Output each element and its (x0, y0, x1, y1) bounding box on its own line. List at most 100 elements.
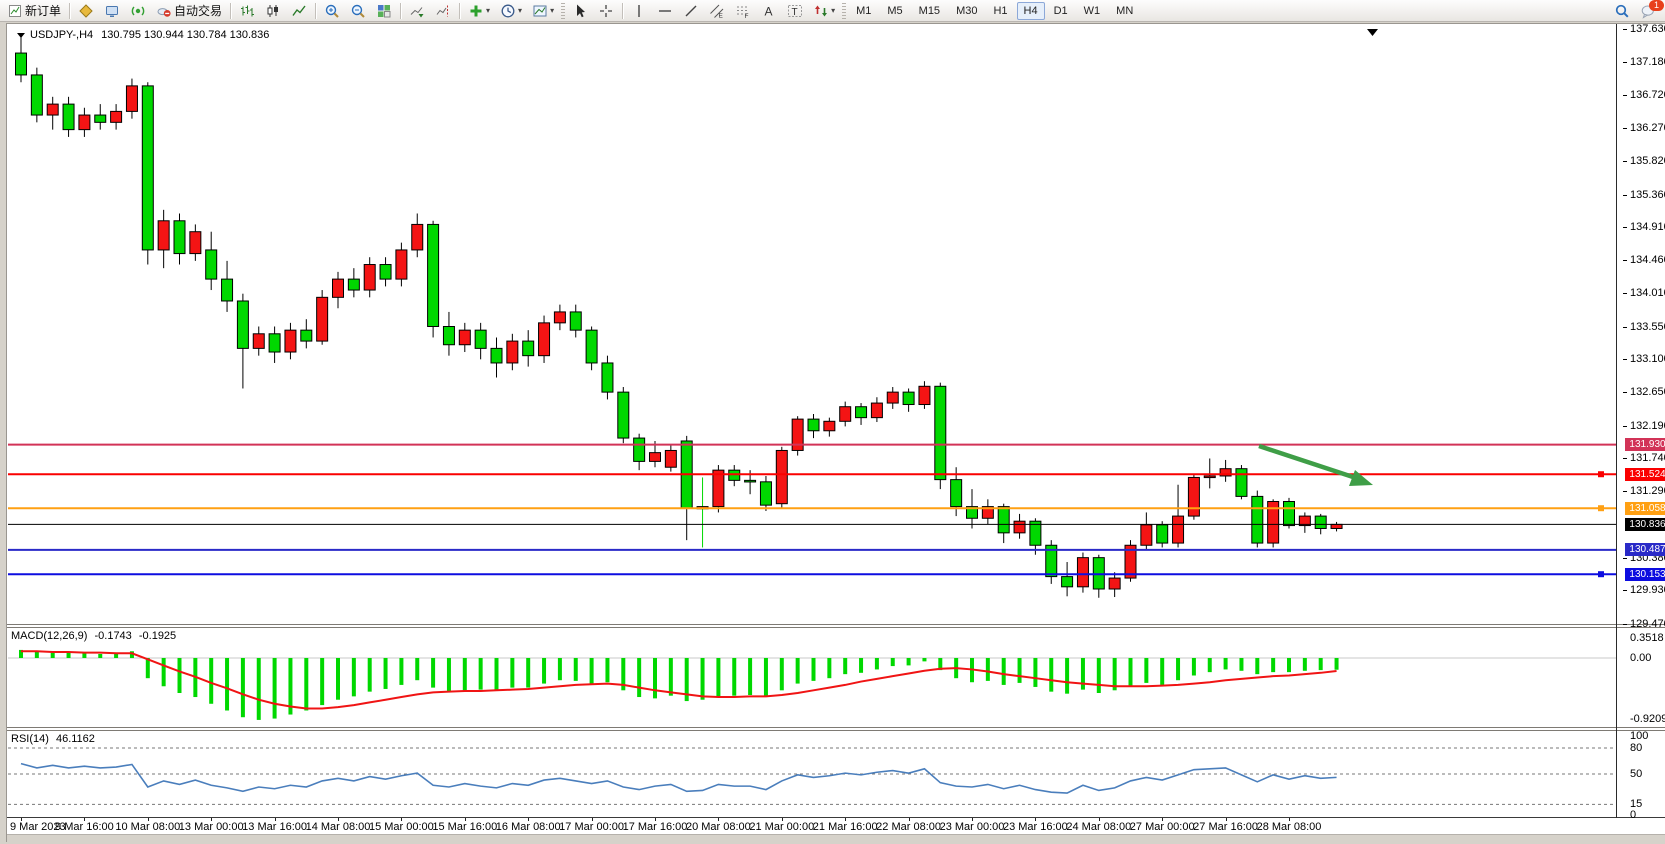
timeframe-m30-button[interactable]: M30 (949, 2, 984, 20)
signals-button[interactable] (126, 0, 150, 22)
autotrading-button[interactable]: 自动交易 (152, 0, 226, 22)
bar-chart-button[interactable] (235, 0, 259, 22)
price-tick-label: 132.650 (1630, 386, 1665, 398)
notification-badge: 1 (1649, 0, 1664, 11)
macd-bar (796, 658, 800, 684)
zoom-in-button[interactable] (320, 0, 344, 22)
text-label-button[interactable]: T (783, 0, 807, 22)
text-label-icon: T (787, 3, 803, 19)
chart-window[interactable]: USDJPY-,H4 130.795 130.944 130.784 130.8… (6, 23, 1665, 842)
auto-scroll-icon (409, 3, 425, 19)
price-tick (1623, 128, 1627, 129)
time-label: 17 Mar 00:00 (559, 821, 624, 833)
new-order-button-label: 新订单 (25, 2, 61, 19)
new-order-button[interactable]: 新订单 (3, 0, 65, 22)
tile-windows-button[interactable] (372, 0, 396, 22)
equidistant-channel-button[interactable]: E (705, 0, 729, 22)
toolbar-grip[interactable] (561, 3, 565, 19)
line-chart-button[interactable] (287, 0, 311, 22)
trendline-button[interactable] (679, 0, 703, 22)
svg-text:A: A (765, 4, 773, 18)
macd-bar (812, 658, 816, 681)
macd-bar (51, 653, 55, 658)
price-tick (1623, 260, 1627, 261)
chart-shift-marker[interactable] (1367, 29, 1378, 36)
arrows-button[interactable]: ▾ (809, 0, 839, 22)
time-tick (1162, 818, 1163, 821)
search-button[interactable] (1610, 0, 1634, 22)
text-icon: A (761, 3, 777, 19)
horizontal-line-icon (657, 3, 673, 19)
hline-handle[interactable] (1598, 471, 1604, 477)
candlestick-chart-button[interactable] (261, 0, 285, 22)
toolbar-right: 1 (1609, 0, 1661, 22)
price-badge-130.836: 130.836 (1625, 518, 1665, 531)
macd-bar (1049, 658, 1053, 692)
price-tick (1623, 590, 1627, 591)
hline-handle[interactable] (1598, 505, 1604, 511)
text-button[interactable]: A (757, 0, 781, 22)
toolbar-separator (400, 3, 401, 19)
macd-bar (1176, 658, 1180, 680)
macd-bar (1255, 658, 1259, 674)
fibonacci-button[interactable]: F (731, 0, 755, 22)
macd-bar (780, 658, 784, 690)
time-label: 15 Mar 00:00 (369, 821, 434, 833)
timeframe-mn-button[interactable]: MN (1109, 2, 1140, 20)
gold-cube-button[interactable] (74, 0, 98, 22)
rsi-scale-label: 80 (1630, 742, 1642, 754)
timeframe-h4-button[interactable]: H4 (1017, 2, 1045, 20)
time-tick (84, 818, 85, 821)
price-tick-label: 134.010 (1630, 287, 1665, 299)
trend-arrow-annotation[interactable] (1259, 446, 1373, 486)
price-tick (1623, 29, 1627, 30)
macd-bar (384, 658, 388, 689)
chevron-down-icon[interactable]: ▾ (831, 6, 835, 15)
time-label: 23 Mar 16:00 (1003, 821, 1068, 833)
timeframe-w1-button[interactable]: W1 (1077, 2, 1108, 20)
chart-menu-icon[interactable] (17, 33, 25, 38)
crosshair-icon (598, 3, 614, 19)
terminal-button[interactable] (100, 0, 124, 22)
cursor-button[interactable] (568, 0, 592, 22)
hline-handle[interactable] (1598, 571, 1604, 577)
price-tick (1623, 327, 1627, 328)
pane-separator-macd[interactable] (7, 624, 1665, 628)
rsi-value: 46.1162 (56, 733, 95, 745)
price-tick (1623, 359, 1627, 360)
time-label: 21 Mar 00:00 (749, 821, 814, 833)
chevron-down-icon[interactable]: ▾ (486, 6, 490, 15)
notifications-button[interactable]: 1 (1636, 0, 1660, 22)
auto-scroll-button[interactable] (405, 0, 429, 22)
time-tick (909, 818, 910, 821)
price-tick (1623, 293, 1627, 294)
time-tick (1289, 818, 1290, 821)
pane-separator-rsi[interactable] (7, 727, 1665, 731)
zoom-out-button[interactable] (346, 0, 370, 22)
timeframe-m5-button[interactable]: M5 (880, 2, 909, 20)
crosshair-button[interactable] (594, 0, 618, 22)
timeframe-h1-button[interactable]: H1 (986, 2, 1014, 20)
time-tick (1035, 818, 1036, 821)
toolbar-grip[interactable] (842, 3, 846, 19)
chevron-down-icon[interactable]: ▾ (518, 6, 522, 15)
templates-button[interactable]: ▾ (528, 0, 558, 22)
price-tick-label: 131.290 (1630, 485, 1665, 497)
chart-plot[interactable] (7, 24, 1665, 843)
periods-button[interactable]: ▾ (496, 0, 526, 22)
chevron-down-icon[interactable]: ▾ (550, 6, 554, 15)
macd-signal-value: -0.1925 (139, 630, 176, 642)
toolbar-separator (315, 3, 316, 19)
timeframe-d1-button[interactable]: D1 (1047, 2, 1075, 20)
toolbar: 新订单 自动交易 ▾ ▾ ▾ EFAT ▾ M1M5M15M30H1H4D1W1MN (0, 0, 1665, 22)
chart-shift-button[interactable] (431, 0, 455, 22)
timeframe-m15-button[interactable]: M15 (912, 2, 947, 20)
horizontal-line-button[interactable] (653, 0, 677, 22)
macd-bar (510, 658, 514, 688)
indicators-button[interactable]: ▾ (464, 0, 494, 22)
hlines-layer[interactable] (8, 445, 1616, 578)
vertical-line-button[interactable] (627, 0, 651, 22)
macd-scale-label: -0.9209 (1630, 713, 1665, 725)
price-tick (1623, 624, 1627, 625)
timeframe-m1-button[interactable]: M1 (849, 2, 878, 20)
